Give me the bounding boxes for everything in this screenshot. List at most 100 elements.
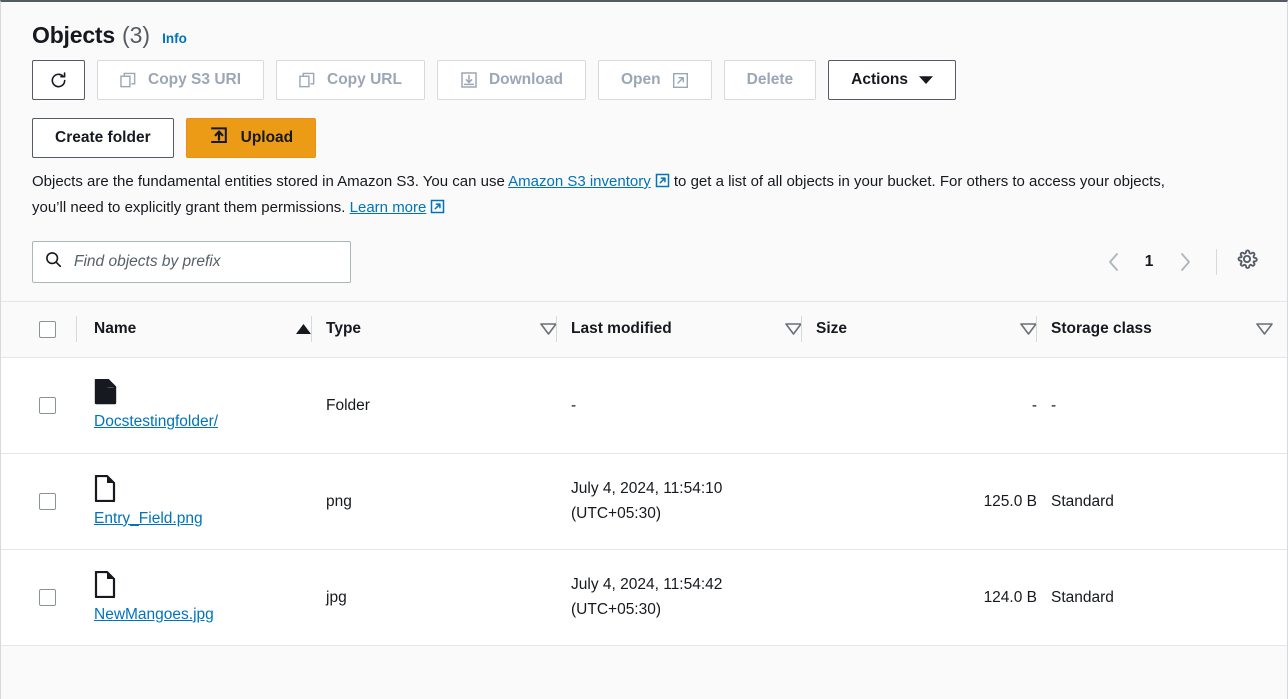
row-checkbox-cell [1, 454, 94, 549]
object-last-modified: - [571, 396, 577, 414]
copy-url-label: Copy URL [327, 71, 402, 88]
object-name-cell: Docstestingfolder/ [94, 358, 326, 453]
upload-icon [209, 126, 229, 151]
actions-label: Actions [851, 71, 908, 88]
learn-more-link[interactable]: Learn more [350, 199, 427, 216]
column-header-type[interactable]: Type [311, 314, 571, 344]
column-label: Storage class [1051, 320, 1152, 338]
object-last-modified-cell: - [571, 358, 816, 453]
file-icon [94, 570, 312, 603]
description-text-1: Objects are the fundamental entities sto… [32, 173, 509, 190]
select-all-checkbox[interactable] [39, 320, 56, 338]
column-header-storage-class[interactable]: Storage class [1036, 314, 1287, 344]
divider [1216, 248, 1217, 275]
external-link-icon [672, 72, 689, 89]
pagination: 1 [1096, 245, 1263, 279]
search-input[interactable] [72, 251, 338, 272]
action-toolbar: Copy S3 URI Copy URL Download Open Delet… [1, 49, 1287, 100]
preferences-button[interactable] [1231, 246, 1263, 278]
object-size: 124.0 B [983, 588, 1037, 606]
upload-label: Upload [240, 129, 294, 146]
panel-description: Objects are the fundamental entities sto… [1, 158, 1226, 223]
column-header-name[interactable]: Name [76, 314, 326, 344]
search-icon [45, 251, 62, 273]
row-checkbox[interactable] [39, 588, 56, 606]
next-page-button[interactable] [1168, 245, 1202, 279]
object-storage-class: - [1051, 396, 1057, 414]
open-button[interactable]: Open [598, 60, 712, 100]
external-link-icon [430, 198, 445, 222]
row-checkbox[interactable] [39, 396, 56, 414]
secondary-toolbar: Create folder Upload [1, 100, 1287, 158]
refresh-button[interactable] [32, 60, 85, 100]
search-box[interactable] [32, 240, 351, 283]
table-row: Docstestingfolder/ Folder - - - [1, 357, 1287, 454]
delete-button[interactable]: Delete [723, 60, 817, 100]
table-row: NewMangoes.jpg jpg July 4, 2024, 11:54:4… [1, 549, 1287, 646]
copy-icon [299, 72, 316, 89]
objects-panel: Objects (3) Info Copy S3 URI Copy URL Do… [0, 0, 1288, 699]
column-label: Size [816, 320, 848, 338]
column-header-size[interactable]: Size [801, 314, 1051, 344]
create-folder-button[interactable]: Create folder [32, 118, 174, 158]
object-size: - [1031, 396, 1037, 414]
download-button[interactable]: Download [436, 60, 586, 100]
object-last-modified-cell: July 4, 2024, 11:54:10 (UTC+05:30) [571, 454, 816, 549]
object-last-modified-cell: July 4, 2024, 11:54:42 (UTC+05:30) [571, 550, 816, 645]
row-checkbox-cell [1, 358, 94, 453]
previous-page-button[interactable] [1096, 245, 1130, 279]
upload-button[interactable]: Upload [185, 118, 317, 158]
external-link-icon [655, 172, 670, 196]
panel-header: Objects (3) Info [1, 2, 1287, 49]
page-title: Objects [32, 22, 115, 48]
download-icon [460, 71, 478, 89]
chevron-down-icon [919, 75, 933, 85]
column-label: Name [94, 320, 137, 338]
column-label: Type [326, 320, 362, 338]
sort-icon[interactable] [540, 323, 557, 335]
object-storage-class: Standard [1051, 492, 1114, 510]
copy-url-button[interactable]: Copy URL [276, 60, 425, 100]
sort-icon[interactable] [1020, 323, 1037, 335]
row-checkbox[interactable] [39, 492, 56, 510]
object-type-cell: png [326, 454, 571, 549]
open-label: Open [621, 71, 661, 88]
copy-s3-uri-button[interactable]: Copy S3 URI [97, 60, 265, 100]
object-type: png [326, 492, 352, 510]
folder-icon [94, 378, 312, 410]
object-storage-class: Standard [1051, 588, 1114, 606]
object-type: Folder [326, 396, 370, 414]
objects-table: Name Type Last modified Size Storage cla… [1, 300, 1287, 646]
object-link[interactable]: Docstestingfolder/ [94, 413, 218, 431]
column-header-last-modified[interactable]: Last modified [556, 314, 816, 344]
sort-icon[interactable] [785, 323, 802, 335]
copy-icon [120, 72, 137, 89]
object-size-cell: 125.0 B [816, 454, 1051, 549]
object-size-cell: 124.0 B [816, 550, 1051, 645]
object-storage-class-cell: Standard [1051, 454, 1287, 549]
row-checkbox-cell [1, 550, 94, 645]
object-type: jpg [326, 588, 347, 606]
delete-label: Delete [746, 71, 794, 88]
object-storage-class-cell: - [1051, 358, 1287, 453]
column-label: Last modified [571, 320, 672, 338]
create-folder-label: Create folder [55, 129, 151, 146]
info-link[interactable]: Info [162, 31, 187, 46]
object-link[interactable]: NewMangoes.jpg [94, 606, 214, 624]
object-last-modified: July 4, 2024, 11:54:42 (UTC+05:30) [571, 575, 723, 619]
download-label: Download [488, 71, 563, 88]
actions-button[interactable]: Actions [828, 60, 956, 100]
sort-icon[interactable] [1256, 323, 1273, 335]
object-link[interactable]: Entry_Field.png [94, 510, 203, 528]
sort-ascending-icon[interactable] [295, 323, 312, 335]
select-all-checkbox-cell [1, 320, 94, 338]
object-name-cell: NewMangoes.jpg [94, 550, 326, 645]
object-storage-class-cell: Standard [1051, 550, 1287, 645]
amazon-s3-inventory-link[interactable]: Amazon S3 inventory [508, 173, 651, 190]
object-size: 125.0 B [983, 492, 1037, 510]
object-count: (3) [121, 22, 151, 48]
page-number-1[interactable]: 1 [1134, 253, 1164, 271]
object-type-cell: Folder [326, 358, 571, 453]
object-size-cell: - [816, 358, 1051, 453]
refresh-icon [49, 71, 68, 90]
